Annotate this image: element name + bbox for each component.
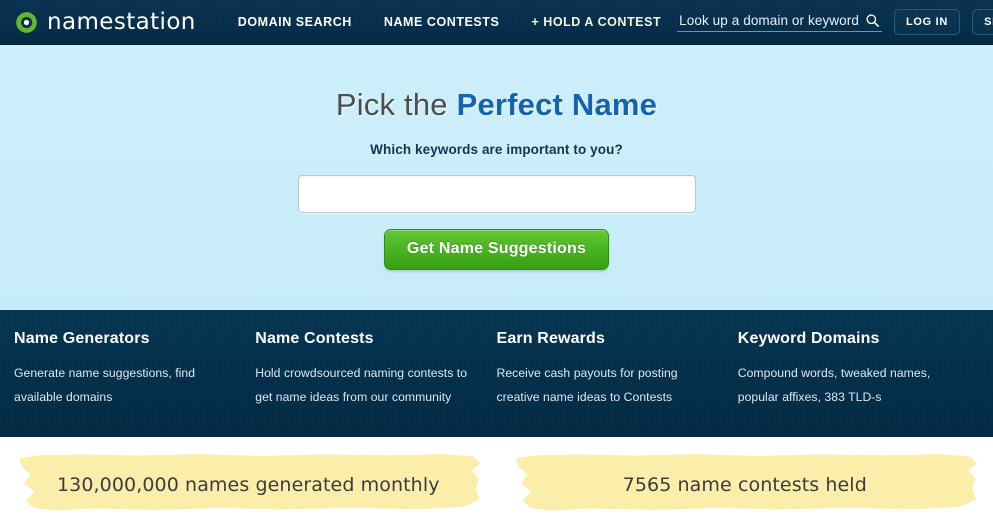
- logo-wordmark: namestation: [47, 8, 196, 35]
- feature-description: Hold crowdsourced naming contests to get…: [255, 366, 468, 404]
- stats-section: 130,000,000 names generated monthly 7565…: [0, 437, 993, 532]
- navbar-left-group: namestation DOMAIN SEARCH NAME CONTESTS …: [0, 9, 677, 35]
- target-ring-icon: [14, 10, 39, 35]
- navbar-search[interactable]: Look up a domain or keyword: [677, 13, 882, 32]
- signup-button[interactable]: SIGN UP: [972, 9, 993, 35]
- nav-item-hold-a-contest[interactable]: + HOLD A CONTEST: [515, 9, 677, 35]
- feature-column-earn-rewards: Earn Rewards Receive cash payouts for po…: [497, 310, 738, 437]
- primary-nav: DOMAIN SEARCH NAME CONTESTS + HOLD A CON…: [222, 9, 677, 35]
- feature-title: Name Contests: [255, 330, 374, 347]
- get-name-suggestions-button[interactable]: Get Name Suggestions: [383, 229, 610, 270]
- page-title-plain: Pick the: [335, 87, 457, 122]
- stat-text: 7565 name contests held: [622, 473, 867, 496]
- stat-contests-held: 7565 name contests held: [497, 437, 993, 532]
- feature-column-keyword-domains: Keyword Domains Compound words, tweaked …: [738, 310, 979, 437]
- feature-column-name-contests: Name Contests Hold crowdsourced naming c…: [255, 310, 496, 437]
- page-title-emphasis: Perfect Name: [456, 87, 658, 122]
- feature-description: Generate name suggestions, find availabl…: [14, 366, 196, 404]
- keyword-input[interactable]: [297, 175, 696, 213]
- feature-description: Receive cash payouts for posting creativ…: [496, 366, 678, 404]
- top-navbar: namestation DOMAIN SEARCH NAME CONTESTS …: [0, 0, 993, 45]
- feature-title: Name Generators: [14, 330, 150, 347]
- logo-home-link[interactable]: namestation: [14, 10, 196, 35]
- features-section: Name Generators Generate name suggestion…: [0, 310, 993, 437]
- hero-section: Pick the Perfect Name Which keywords are…: [0, 45, 993, 310]
- feature-title: Earn Rewards: [496, 330, 606, 347]
- feature-title: Keyword Domains: [737, 330, 880, 347]
- search-input[interactable]: Look up a domain or keyword: [679, 13, 859, 28]
- stat-names-generated: 130,000,000 names generated monthly: [0, 437, 497, 532]
- login-button[interactable]: LOG IN: [893, 9, 961, 35]
- navbar-right-group: Look up a domain or keyword LOG IN SIGN …: [677, 9, 993, 35]
- stat-text: 130,000,000 names generated monthly: [56, 473, 440, 496]
- feature-column-name-generators: Name Generators Generate name suggestion…: [14, 310, 255, 437]
- page-title: Pick the Perfect Name: [336, 89, 657, 120]
- search-icon[interactable]: [865, 13, 880, 28]
- hero-subtitle: Which keywords are important to you?: [370, 142, 623, 157]
- feature-description: Compound words, tweaked names, popular a…: [737, 366, 931, 404]
- nav-item-name-contests[interactable]: NAME CONTESTS: [368, 9, 516, 35]
- nav-item-domain-search[interactable]: DOMAIN SEARCH: [222, 9, 368, 35]
